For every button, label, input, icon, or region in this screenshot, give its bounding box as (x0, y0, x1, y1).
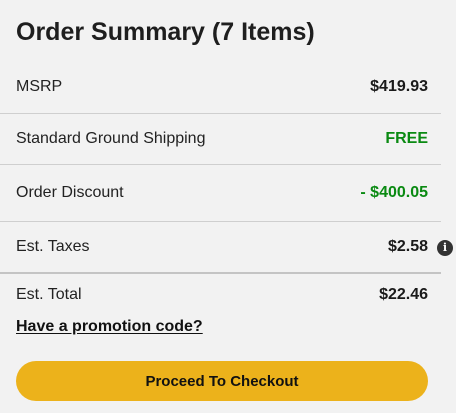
promotion-code-link[interactable]: Have a promotion code? (16, 318, 203, 336)
taxes-row: Est. Taxes $2.58 (16, 238, 428, 256)
total-divider (0, 272, 441, 274)
msrp-label: MSRP (16, 78, 63, 95)
shipping-value: FREE (385, 130, 428, 147)
total-row: Est. Total $22.46 (16, 286, 428, 304)
discount-value: - $400.05 (360, 184, 428, 201)
proceed-to-checkout-button[interactable]: Proceed To Checkout (16, 361, 428, 401)
divider (0, 221, 441, 222)
order-summary-panel: Order Summary (7 Items) MSRP $419.93 Sta… (0, 0, 456, 413)
divider (0, 164, 441, 165)
msrp-row: MSRP $419.93 (16, 78, 428, 96)
total-label: Est. Total (16, 286, 82, 303)
shipping-row: Standard Ground Shipping FREE (16, 130, 428, 148)
taxes-value: $2.58 (387, 238, 428, 255)
shipping-label: Standard Ground Shipping (16, 130, 206, 147)
total-value: $22.46 (379, 286, 428, 303)
msrp-value: $419.93 (370, 78, 428, 95)
taxes-label: Est. Taxes (16, 238, 90, 255)
info-circle-icon[interactable]: i (437, 240, 453, 256)
discount-row: Order Discount - $400.05 (16, 184, 428, 202)
divider (0, 113, 441, 114)
order-summary-title: Order Summary (7 Items) (16, 18, 315, 46)
discount-label: Order Discount (16, 184, 124, 201)
